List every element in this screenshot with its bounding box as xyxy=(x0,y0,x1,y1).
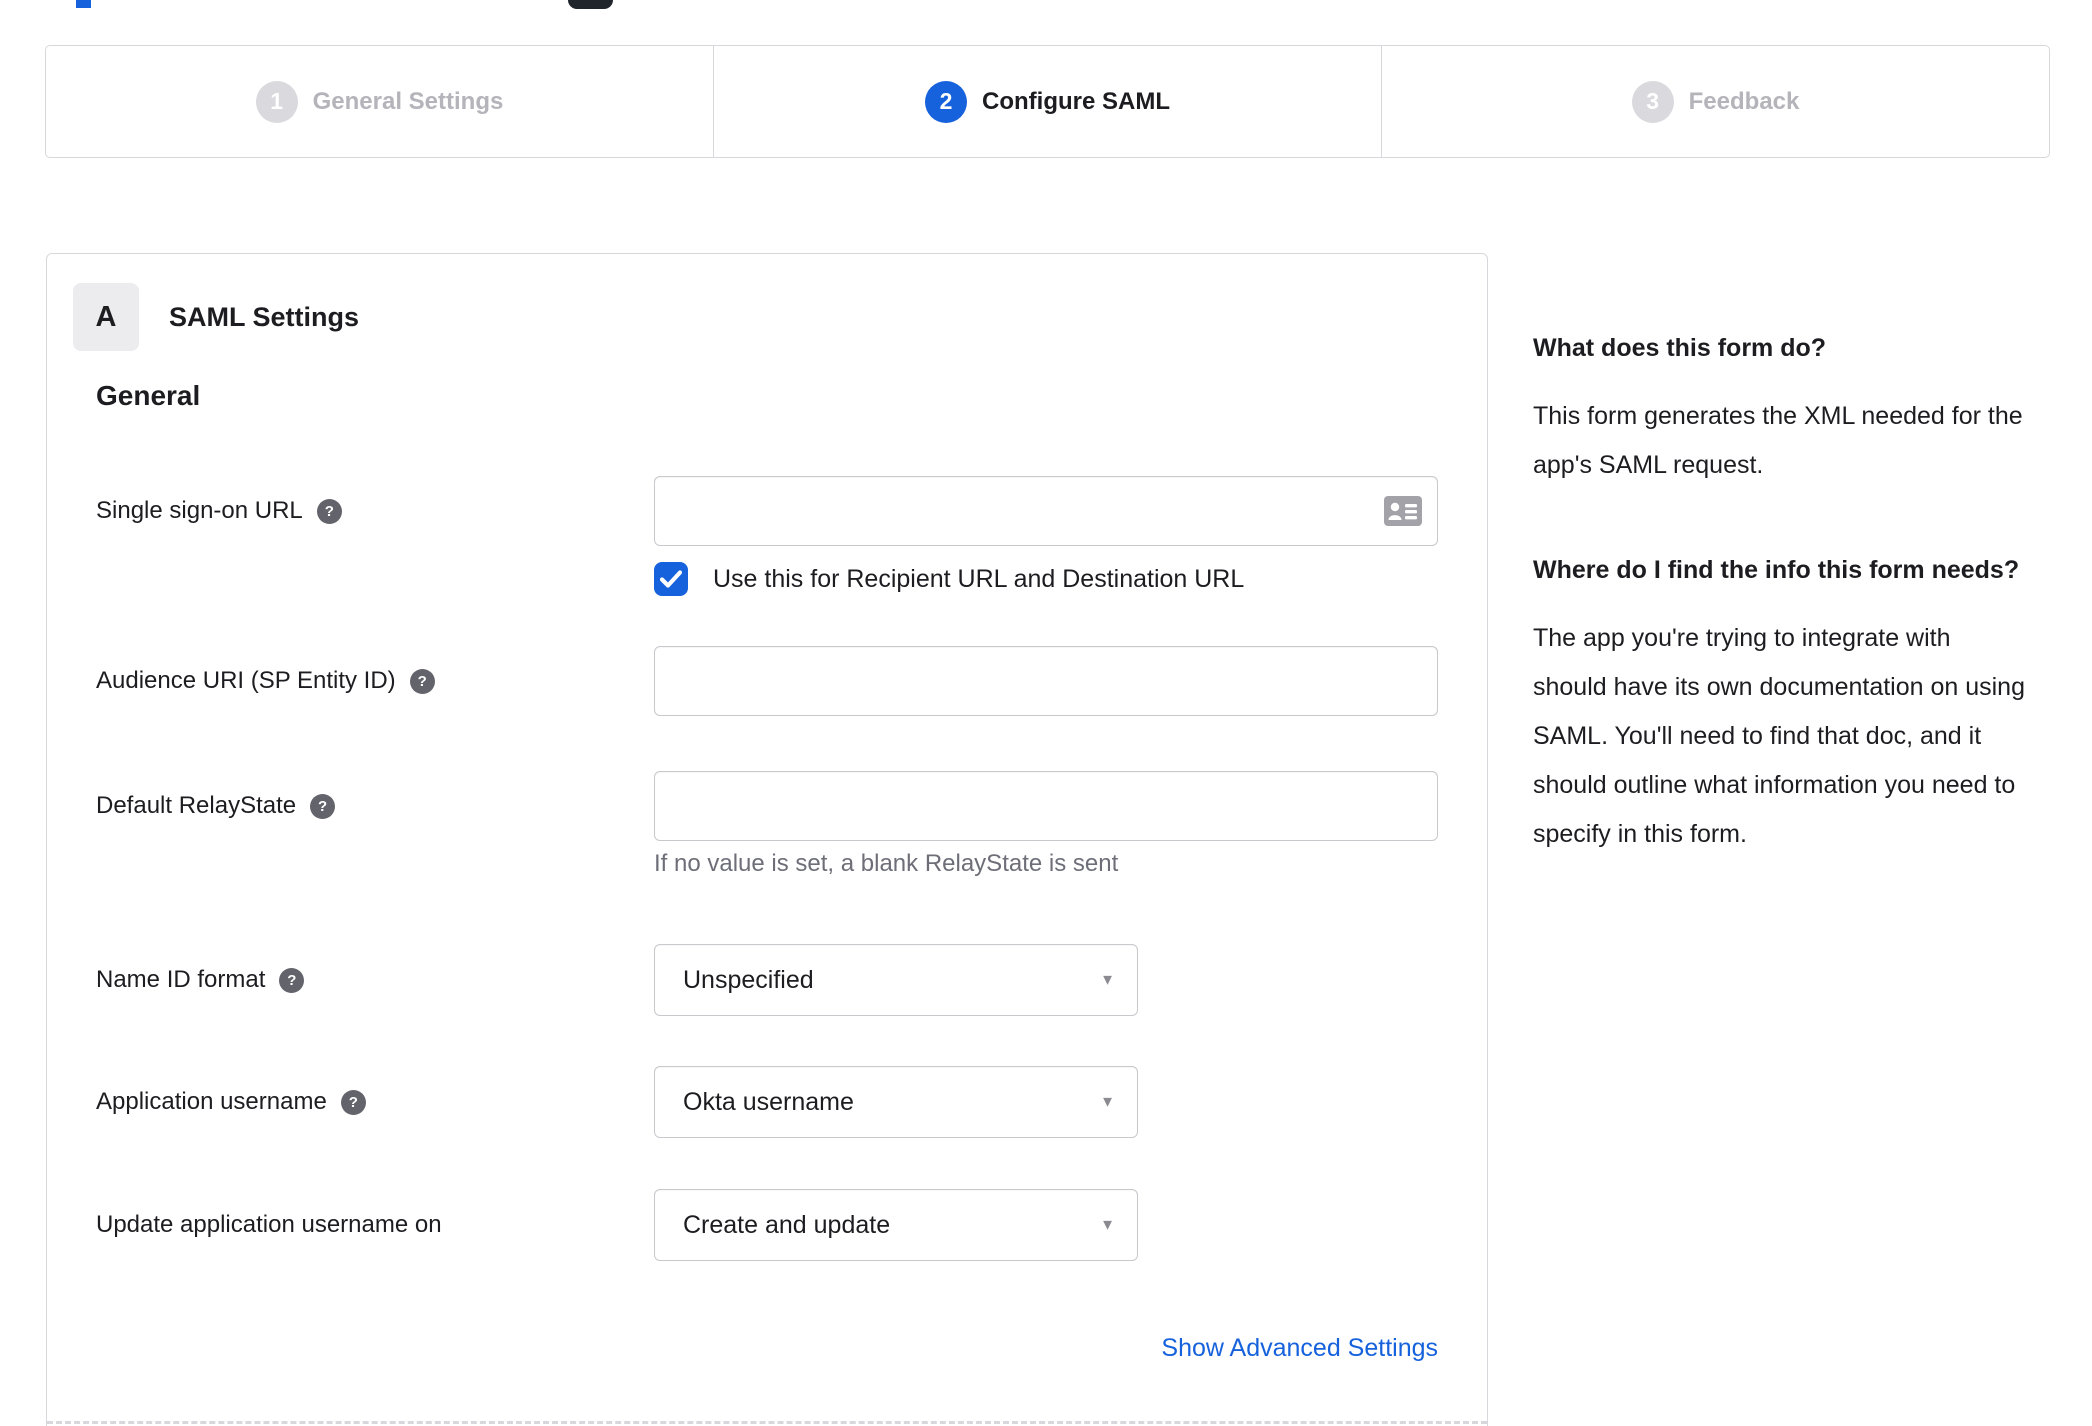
section-header: A SAML Settings xyxy=(73,283,359,351)
saml-settings-panel: A SAML Settings General Single sign-on U… xyxy=(46,253,1488,1426)
recipient-url-checkbox-row: Use this for Recipient URL and Destinati… xyxy=(47,557,1487,601)
default-relaystate-input[interactable] xyxy=(654,771,1438,841)
update-username-select[interactable]: Create and update ▼ xyxy=(654,1189,1138,1261)
help-icon[interactable]: ? xyxy=(340,1089,366,1115)
step-1-label: General Settings xyxy=(312,87,504,115)
name-id-format-row: Name ID format ? Unspecified ▼ xyxy=(47,944,1487,1016)
name-id-format-value: Unspecified xyxy=(683,965,814,994)
sidebar-question-1: What does this form do? xyxy=(1533,334,1827,362)
single-sign-on-url-label: Single sign-on URL ? xyxy=(96,497,654,525)
application-username-row: Application username ? Okta username ▼ xyxy=(47,1066,1487,1138)
step-3-number-badge: 3 xyxy=(1631,80,1674,123)
advanced-link-row: Show Advanced Settings xyxy=(654,1334,1438,1363)
show-advanced-settings-link[interactable]: Show Advanced Settings xyxy=(1161,1334,1438,1362)
recipient-url-checkbox-label: Use this for Recipient URL and Destinati… xyxy=(713,564,1245,593)
dashed-section-separator xyxy=(47,1421,1487,1424)
chevron-down-icon: ▼ xyxy=(1100,971,1115,989)
step-3-label: Feedback xyxy=(1688,87,1800,115)
help-icon[interactable]: ? xyxy=(310,793,336,819)
general-group-heading: General xyxy=(96,380,201,411)
step-1-number-badge: 1 xyxy=(255,80,298,123)
step-2-label: Configure SAML xyxy=(982,87,1170,115)
sidebar-answer-2: The app you're trying to integrate with … xyxy=(1533,624,2025,848)
update-username-value: Create and update xyxy=(683,1210,891,1239)
update-username-row: Update application username on Create an… xyxy=(47,1189,1487,1261)
step-feedback[interactable]: 3 Feedback xyxy=(1381,46,2049,157)
section-a-badge: A xyxy=(73,283,139,351)
step-2-number-badge: 2 xyxy=(925,80,967,123)
cutoff-dark-artifact xyxy=(568,0,613,9)
audience-uri-input[interactable] xyxy=(654,646,1438,716)
application-username-select[interactable]: Okta username ▼ xyxy=(654,1066,1138,1138)
step-general-settings[interactable]: 1 General Settings xyxy=(46,46,713,157)
help-sidebar: What does this form do? This form genera… xyxy=(1533,326,2027,859)
default-relaystate-field-wrap xyxy=(654,771,1438,841)
recipient-url-checkbox[interactable] xyxy=(654,562,688,596)
sidebar-answer-1: This form generates the XML needed for t… xyxy=(1533,402,2023,479)
application-username-value: Okta username xyxy=(683,1087,854,1116)
application-username-label: Application username ? xyxy=(96,1088,654,1116)
chevron-down-icon: ▼ xyxy=(1100,1093,1115,1111)
wizard-stepper: 1 General Settings 2 Configure SAML 3 Fe… xyxy=(45,45,2050,158)
single-sign-on-url-field-wrap xyxy=(654,476,1438,546)
audience-uri-field-wrap xyxy=(654,646,1438,716)
relaystate-hint: If no value is set, a blank RelayState i… xyxy=(654,850,1119,877)
single-sign-on-url-input[interactable] xyxy=(654,476,1438,546)
checkmark-icon xyxy=(660,570,682,588)
cutoff-blue-artifact xyxy=(76,0,91,8)
audience-uri-row: Audience URI (SP Entity ID) ? xyxy=(47,646,1487,716)
help-icon[interactable]: ? xyxy=(279,967,305,993)
single-sign-on-url-row: Single sign-on URL ? xyxy=(47,476,1487,546)
default-relaystate-row: Default RelayState ? xyxy=(47,771,1487,841)
sidebar-question-2: Where do I find the info this form needs… xyxy=(1533,556,2020,584)
audience-uri-label: Audience URI (SP Entity ID) ? xyxy=(96,667,654,695)
chevron-down-icon: ▼ xyxy=(1100,1216,1115,1234)
update-username-label: Update application username on xyxy=(96,1211,442,1238)
name-id-format-select[interactable]: Unspecified ▼ xyxy=(654,944,1138,1016)
help-icon[interactable]: ? xyxy=(316,498,342,524)
contact-card-icon[interactable] xyxy=(1384,496,1422,526)
name-id-format-label: Name ID format ? xyxy=(96,966,654,994)
default-relaystate-label: Default RelayState ? xyxy=(96,792,654,820)
step-configure-saml[interactable]: 2 Configure SAML xyxy=(713,46,1381,157)
help-icon[interactable]: ? xyxy=(409,668,435,694)
section-title: SAML Settings xyxy=(169,301,360,332)
